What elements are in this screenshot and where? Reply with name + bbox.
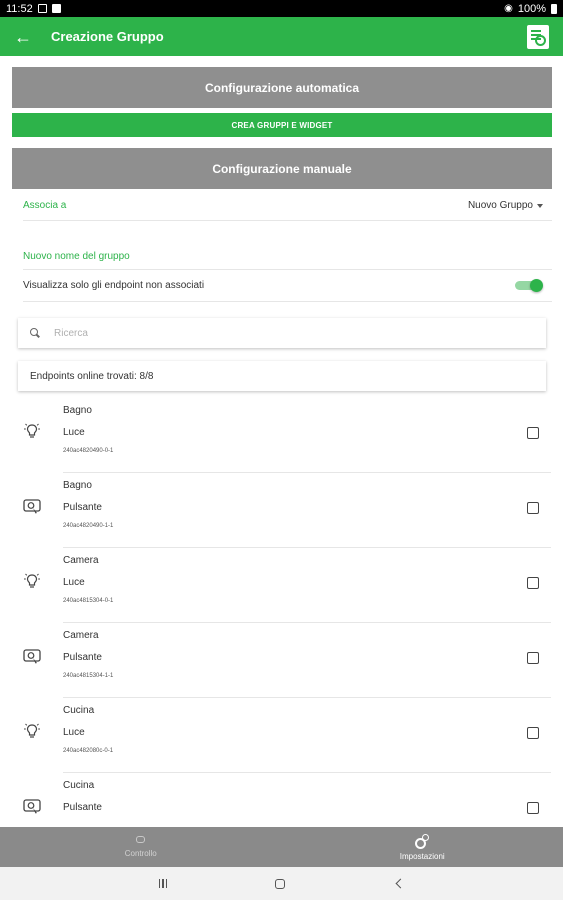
wifi-icon: ◉	[504, 3, 513, 14]
endpoint-checkbox[interactable]	[527, 427, 539, 439]
sim-notification-icon	[51, 4, 61, 13]
control-icon	[136, 836, 146, 843]
endpoint-row[interactable]: Cucina Pulsante	[0, 773, 563, 827]
endpoint-room: Camera	[63, 555, 99, 566]
endpoint-checkbox[interactable]	[527, 577, 539, 589]
toggle-thumb	[530, 279, 543, 292]
endpoint-room: Bagno	[63, 480, 92, 491]
back-icon[interactable]	[395, 878, 406, 889]
endpoint-checkbox[interactable]	[527, 802, 539, 814]
push-button-icon	[23, 649, 41, 664]
endpoint-id: 240ac482080c-0-1	[63, 748, 114, 754]
app-bar: ← Creazione Gruppo	[0, 17, 563, 56]
associate-dropdown[interactable]: Nuovo Gruppo	[468, 200, 543, 211]
battery-percent: 100%	[517, 2, 546, 15]
nav-controllo[interactable]: Controllo	[0, 827, 282, 867]
associate-dropdown-value: Nuovo Gruppo	[467, 200, 533, 211]
bottom-nav: Controllo Impostazioni	[0, 827, 563, 867]
status-bar: 11:52 ◉ 100%	[0, 0, 563, 17]
status-time: 11:52	[6, 2, 33, 15]
back-arrow-icon[interactable]: ←	[14, 28, 38, 46]
endpoint-room: Bagno	[63, 405, 92, 416]
endpoint-id: 240ac4815304-1-1	[63, 673, 114, 679]
divider	[23, 220, 552, 221]
push-button-icon	[23, 799, 41, 814]
endpoint-type: Luce	[63, 427, 85, 438]
group-name-input[interactable]: Nuovo nome del gruppo	[23, 251, 130, 262]
endpoint-type: Pulsante	[63, 652, 102, 663]
status-left: 11:52	[6, 3, 61, 15]
recent-apps-icon[interactable]	[158, 879, 168, 888]
nav-label: Controllo	[124, 849, 157, 858]
endpoint-id: 240ac4820490-0-1	[63, 448, 114, 454]
gallery-notification-icon	[37, 4, 47, 13]
endpoint-id: 240ac4820490-1-1	[63, 523, 114, 529]
dropdown-caret-icon	[537, 203, 543, 208]
page-title: Creazione Gruppo	[51, 29, 164, 44]
endpoints-count: Endpoints online trovati: 8/8	[30, 370, 154, 382]
endpoint-type: Luce	[63, 727, 85, 738]
endpoint-row[interactable]: Cucina Luce 240ac482080c-0-1	[0, 698, 563, 773]
endpoints-count-card: Endpoints online trovati: 8/8	[18, 361, 546, 391]
endpoint-checkbox[interactable]	[527, 502, 539, 514]
endpoint-checkbox[interactable]	[527, 727, 539, 739]
only-unassociated-toggle[interactable]	[515, 279, 543, 292]
search-icon	[30, 328, 40, 338]
main-content: Configurazione automatica CREA GRUPPI E …	[0, 56, 563, 827]
endpoint-room: Cucina	[63, 780, 95, 791]
status-right: ◉ 100%	[504, 3, 557, 15]
search-card	[18, 318, 546, 348]
lightbulb-icon	[24, 723, 40, 738]
endpoint-row[interactable]: Camera Luce 240ac4815304-0-1	[0, 548, 563, 623]
nav-impostazioni[interactable]: Impostazioni	[282, 827, 563, 867]
lightbulb-icon	[24, 423, 40, 438]
endpoint-room: Cucina	[63, 705, 95, 716]
auto-config-button[interactable]: Configurazione automatica	[12, 67, 552, 108]
search-input[interactable]	[54, 327, 454, 339]
gears-icon	[415, 833, 430, 849]
push-button-icon	[23, 499, 41, 514]
only-unassociated-label: Visualizza solo gli endpoint non associa…	[23, 280, 205, 291]
system-nav-bar	[0, 867, 563, 900]
battery-icon	[551, 3, 557, 14]
lightbulb-icon	[24, 573, 40, 588]
group-name-underline	[23, 269, 552, 270]
endpoint-room: Camera	[63, 630, 99, 641]
create-groups-widgets-button[interactable]: CREA GRUPPI E WIDGET	[12, 113, 552, 137]
divider	[23, 301, 552, 302]
endpoint-row[interactable]: Bagno Pulsante 240ac4820490-1-1	[0, 473, 563, 548]
endpoint-type: Pulsante	[63, 502, 102, 513]
manual-config-button[interactable]: Configurazione manuale	[12, 148, 552, 189]
endpoint-checkbox[interactable]	[527, 652, 539, 664]
endpoint-id: 240ac4815304-0-1	[63, 598, 114, 604]
device-settings-icon[interactable]	[527, 24, 549, 49]
home-icon[interactable]	[275, 878, 286, 889]
endpoint-row[interactable]: Camera Pulsante 240ac4815304-1-1	[0, 623, 563, 698]
endpoint-type: Luce	[63, 577, 85, 588]
endpoint-type: Pulsante	[63, 802, 102, 813]
endpoint-row[interactable]: Bagno Luce 240ac4820490-0-1	[0, 398, 563, 473]
associate-label: Associa a	[23, 200, 67, 211]
nav-label: Impostazioni	[399, 851, 445, 861]
